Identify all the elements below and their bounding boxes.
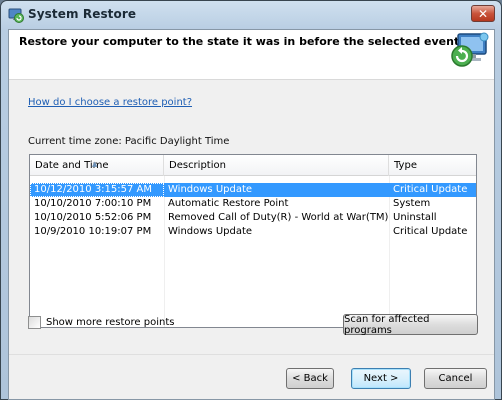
- list-header: ▲ Date and Time Description Type: [30, 155, 476, 176]
- row-description: Windows Update: [168, 184, 253, 195]
- footer-divider: [9, 354, 494, 355]
- header-instruction: Restore your computer to the state it wa…: [19, 35, 460, 48]
- dialog-client-area: Restore your computer to the state it wa…: [8, 29, 495, 400]
- cancel-button[interactable]: Cancel: [424, 368, 487, 389]
- table-row[interactable]: 10/10/2010 7:00:10 PM Automatic Restore …: [30, 197, 476, 211]
- row-type: System: [393, 198, 431, 209]
- title-bar[interactable]: System Restore ✕: [1, 1, 501, 29]
- system-restore-window: System Restore ✕ Restore your computer t…: [0, 0, 502, 400]
- next-button[interactable]: Next >: [351, 368, 411, 389]
- show-more-label: Show more restore points: [46, 317, 175, 328]
- window-title: System Restore: [28, 7, 137, 21]
- restore-points-list[interactable]: ▲ Date and Time Description Type 10/12/2…: [29, 154, 477, 328]
- table-row[interactable]: 10/12/2010 3:15:57 AM Windows Update Cri…: [30, 183, 476, 197]
- row-date: 10/12/2010 3:15:57 AM: [30, 183, 164, 197]
- row-date: 10/9/2010 10:19:07 PM: [34, 226, 152, 237]
- show-more-checkbox[interactable]: Show more restore points: [28, 316, 174, 329]
- help-link[interactable]: How do I choose a restore point?: [28, 97, 192, 108]
- system-restore-icon: [8, 8, 24, 23]
- row-description: Windows Update: [168, 226, 253, 237]
- close-button[interactable]: ✕: [471, 5, 495, 22]
- back-button[interactable]: < Back: [286, 368, 334, 389]
- table-row[interactable]: 10/10/2010 5:52:06 PM Removed Call of Du…: [30, 211, 476, 225]
- row-type: Uninstall: [393, 212, 437, 223]
- row-date: 10/10/2010 7:00:10 PM: [34, 198, 152, 209]
- column-header-date[interactable]: ▲ Date and Time: [30, 155, 164, 176]
- row-type: Critical Update: [393, 184, 468, 195]
- row-description: Automatic Restore Point: [168, 198, 289, 209]
- header-panel: Restore your computer to the state it wa…: [9, 30, 494, 80]
- row-type: Critical Update: [393, 226, 468, 237]
- scan-affected-programs-button[interactable]: Scan for affected programs: [343, 314, 478, 336]
- checkbox-box[interactable]: [28, 316, 41, 329]
- sort-ascending-icon: ▲: [92, 160, 98, 168]
- row-description: Removed Call of Duty(R) - World at War(T…: [168, 212, 389, 223]
- column-header-type[interactable]: Type: [389, 155, 476, 176]
- system-restore-large-icon: [451, 32, 489, 67]
- close-icon: ✕: [477, 6, 489, 21]
- column-header-description[interactable]: Description: [164, 155, 389, 176]
- row-date: 10/10/2010 5:52:06 PM: [34, 212, 152, 223]
- table-row[interactable]: 10/9/2010 10:19:07 PM Windows Update Cri…: [30, 225, 476, 239]
- timezone-label: Current time zone: Pacific Daylight Time: [28, 136, 230, 147]
